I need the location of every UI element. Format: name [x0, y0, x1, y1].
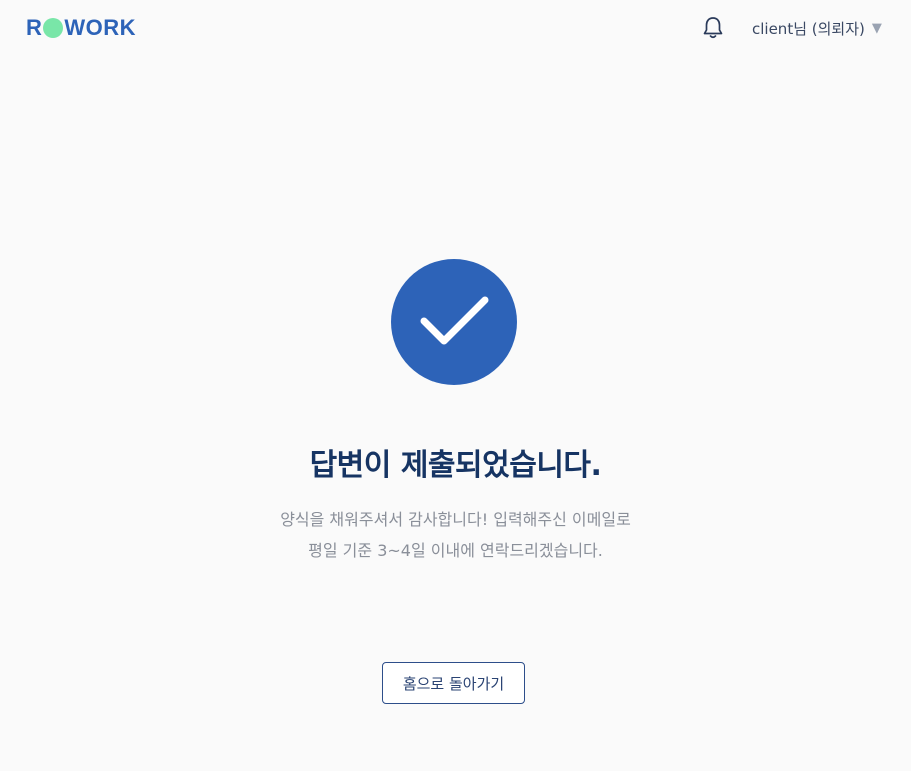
logo-text-left: R [26, 15, 43, 40]
bell-icon[interactable] [701, 15, 725, 41]
home-button[interactable]: 홈으로 돌아가기 [382, 662, 525, 704]
caret-down-icon: ▼ [871, 20, 882, 36]
user-menu[interactable]: client님 (의뢰자) ▼ [752, 17, 882, 39]
success-check-circle [391, 259, 517, 385]
check-icon [420, 296, 489, 345]
logo-dot [43, 18, 64, 38]
description-line-2: 평일 기준 3~4일 이내에 연락드리겠습니다. [308, 541, 603, 560]
logo[interactable]: R WORK [26, 14, 136, 42]
page-title: 답변이 제출되었습니다. [309, 448, 602, 483]
top-header: R WORK client님 (의뢰자) ▼ [0, 0, 911, 57]
logo-text-right: WORK [64, 15, 137, 40]
user-name: client님 (의뢰자) [752, 19, 865, 38]
description-line-1: 양식을 채워주셔서 감사합니다! 입력해주신 이메일로 [280, 510, 631, 529]
